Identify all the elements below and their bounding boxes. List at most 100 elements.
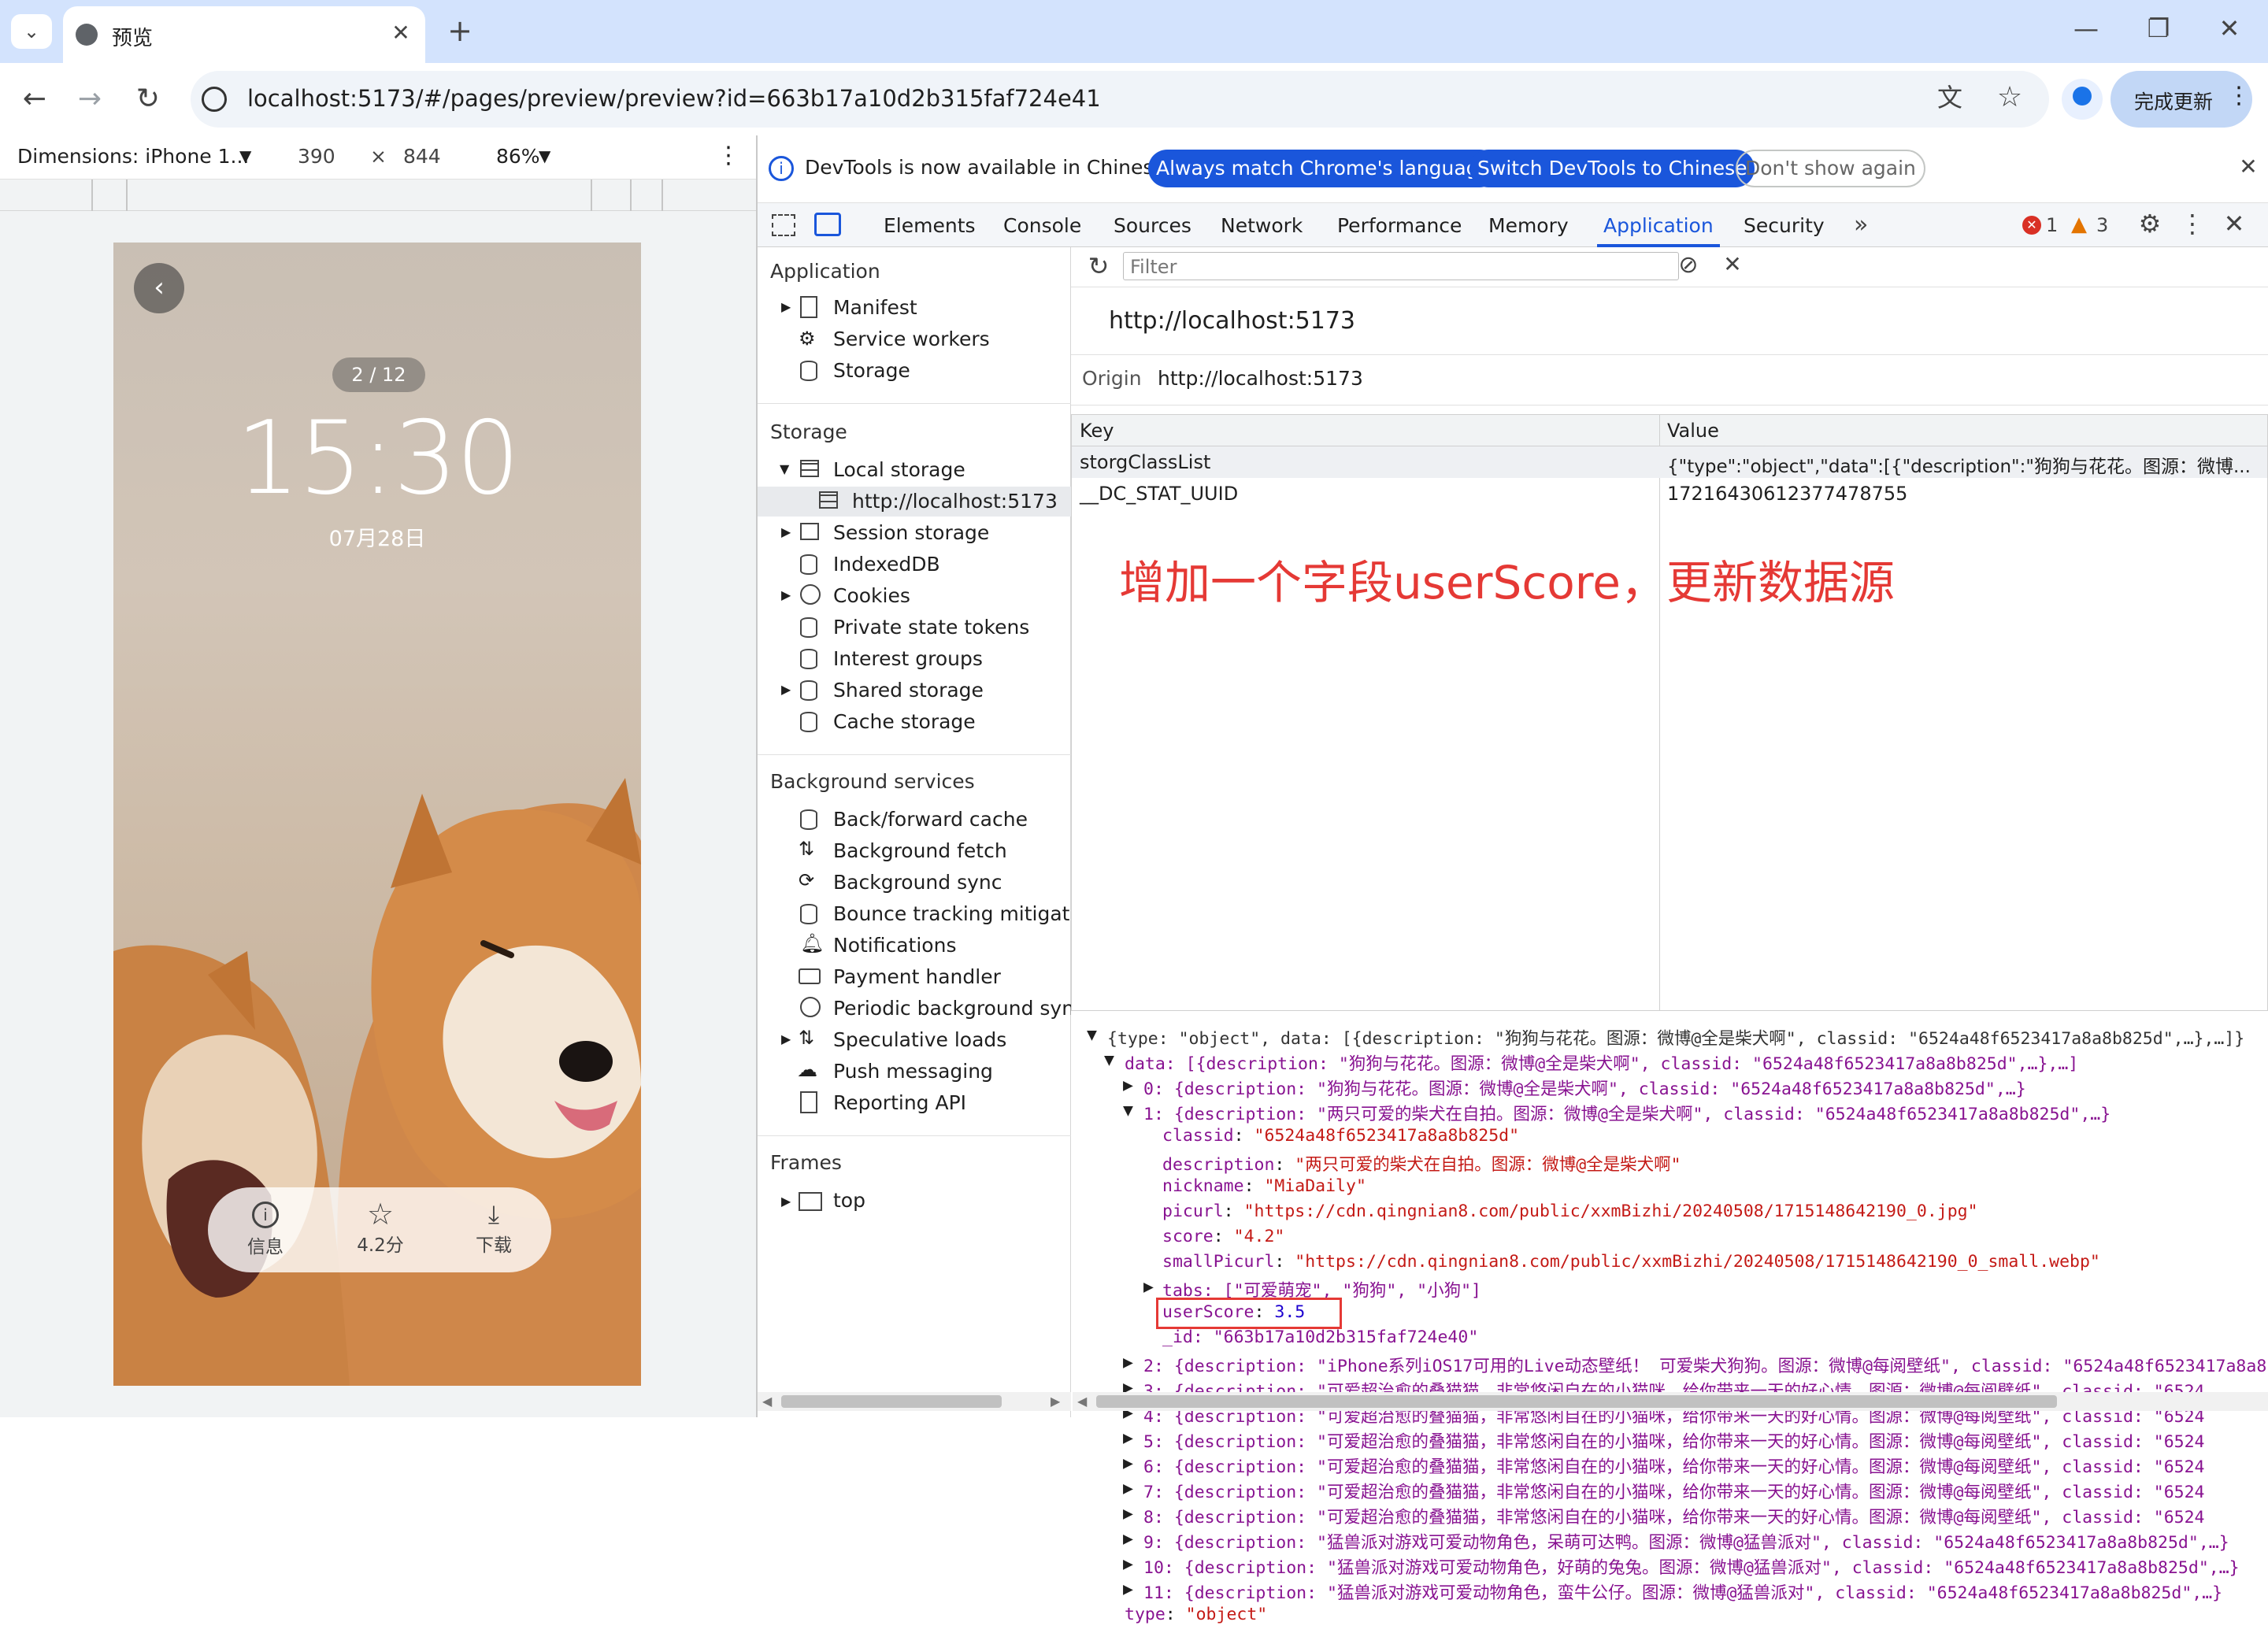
new-tab-icon[interactable]: + (444, 16, 476, 46)
back-button[interactable]: ‹ (134, 263, 184, 313)
sidebar-item-bounce-tracking[interactable]: Bounce tracking mitigation (833, 902, 1100, 925)
tree-root[interactable]: {type: "object", data: [{description: "狗… (1107, 1025, 2244, 1050)
sidebar-item-background-fetch[interactable]: Background fetch (833, 839, 1007, 862)
sidebar-item-interest-groups[interactable]: Interest groups (833, 647, 983, 670)
tree-item[interactable]: 6: {description: "可爱超治愈的叠猫猫，非常悠闲自在的小猫咪，给… (1143, 1453, 2205, 1478)
close-window-icon[interactable]: ✕ (2210, 16, 2249, 41)
forward-icon[interactable]: → (72, 85, 107, 113)
zoom-dropdown-icon[interactable]: ▼ (539, 146, 550, 165)
devtools-close-icon[interactable]: ✕ (2222, 211, 2246, 236)
sidebar-item-periodic-sync[interactable]: Periodic background sync (833, 997, 1085, 1020)
site-info-icon[interactable] (202, 87, 227, 112)
tree-item-1[interactable]: 1: {description: "两只可爱的柴犬在自拍。图源：微博@全是柴犬啊… (1143, 1101, 2110, 1125)
tab-application[interactable]: Application (1603, 214, 1714, 237)
tab-search-button[interactable]: ⌄ (11, 14, 52, 49)
expand-arrow-icon[interactable]: ▶ (781, 587, 791, 602)
tree-toggle-icon[interactable]: ▶ (1123, 1076, 1133, 1095)
browser-tab[interactable]: 预览 ✕ (63, 6, 425, 63)
column-key[interactable]: Key (1080, 420, 1114, 442)
url-text[interactable]: localhost:5173/#/pages/preview/preview?i… (247, 85, 1101, 112)
tree-toggle-icon[interactable]: ▶ (1123, 1479, 1133, 1498)
sidebar-item-push-messaging[interactable]: Push messaging (833, 1060, 993, 1083)
scrollbar-thumb[interactable] (1096, 1395, 2057, 1408)
scroll-right-icon[interactable]: ▶ (1051, 1394, 1060, 1409)
tree-item[interactable]: 7: {description: "可爱超治愈的叠猫猫，非常悠闲自在的小猫咪，给… (1143, 1479, 2205, 1503)
delete-selected-icon[interactable]: ✕ (1718, 254, 1747, 276)
expand-arrow-icon[interactable]: ▶ (781, 682, 791, 697)
tab-performance[interactable]: Performance (1337, 214, 1462, 237)
tree-toggle-icon[interactable]: ▶ (1123, 1554, 1133, 1574)
tree-data[interactable]: data: [{description: "狗狗与花花。图源：微博@全是柴犬啊"… (1125, 1050, 2078, 1075)
warning-icon[interactable]: ▲ (2071, 213, 2087, 236)
scroll-left-icon[interactable]: ◀ (1077, 1394, 1087, 1409)
refresh-icon[interactable]: ↻ (1085, 254, 1112, 279)
height-input[interactable]: 844 (403, 145, 441, 168)
sidebar-item-local-storage[interactable]: Local storage (833, 458, 965, 481)
sidebar-item-localhost[interactable]: http://localhost:5173 (852, 490, 1058, 513)
restore-icon[interactable]: ❐ (2139, 16, 2178, 41)
dimensions-dropdown-icon[interactable]: ▼ (239, 146, 251, 165)
tree-item[interactable]: 10: {description: "猛兽派对游戏可爱动物角色，好萌的兔兔。图源… (1143, 1554, 2240, 1579)
clear-all-icon[interactable]: ⊘ (1674, 254, 1703, 277)
tree-toggle-icon[interactable]: ▼ (1123, 1101, 1133, 1120)
match-language-button[interactable]: Always match Chrome's language (1148, 150, 1499, 187)
main-scrollbar[interactable]: ◀ (1073, 1392, 2268, 1411)
table-row[interactable]: __DC_STAT_UUID 17216430612377478755 (1072, 478, 2267, 509)
table-row[interactable]: storgClassList {"type":"object","data":[… (1072, 446, 2267, 478)
tree-toggle-icon[interactable]: ▶ (1123, 1504, 1133, 1524)
device-dimensions-select[interactable]: Dimensions: iPhone 1... (17, 145, 249, 168)
expand-arrow-icon[interactable]: ▶ (781, 299, 791, 314)
sidebar-item-manifest[interactable]: Manifest (833, 296, 917, 319)
info-button[interactable]: i 信息 (222, 1198, 309, 1265)
address-bar[interactable]: localhost:5173/#/pages/preview/preview?i… (191, 71, 2049, 128)
tab-network[interactable]: Network (1221, 214, 1303, 237)
sidebar-item-indexeddb[interactable]: IndexedDB (833, 553, 940, 576)
scroll-left-icon[interactable]: ◀ (762, 1394, 772, 1409)
tab-security[interactable]: Security (1744, 214, 1825, 237)
switch-chinese-button[interactable]: Switch DevTools to Chinese (1469, 150, 1755, 187)
tree-toggle-icon[interactable]: ▶ (1123, 1529, 1133, 1549)
expand-arrow-icon[interactable]: ▶ (781, 524, 791, 539)
collapse-arrow-icon[interactable]: ▼ (780, 461, 789, 476)
error-count[interactable]: 1 (2046, 214, 2058, 236)
download-button[interactable]: ⤓ 下载 (450, 1198, 537, 1265)
tab-sources[interactable]: Sources (1114, 214, 1191, 237)
sidebar-item-shared-storage[interactable]: Shared storage (833, 679, 984, 702)
device-toggle-icon[interactable] (814, 213, 841, 236)
settings-gear-icon[interactable]: ⚙ (2136, 211, 2164, 236)
tree-item[interactable]: 2: {description: "iPhone系列iOS17可用的Live动态… (1143, 1353, 2266, 1377)
sidebar-item-reporting-api[interactable]: Reporting API (833, 1091, 966, 1114)
devtools-menu-icon[interactable]: ⋮ (2180, 211, 2205, 236)
filter-input[interactable]: Filter (1123, 252, 1679, 280)
tab-elements[interactable]: Elements (884, 214, 976, 237)
sidebar-item-service-workers[interactable]: Service workers (833, 328, 990, 350)
scrollbar-thumb[interactable] (781, 1395, 1002, 1408)
sidebar-item-cache-storage[interactable]: Cache storage (833, 710, 976, 733)
sidebar-item-payment-handler[interactable]: Payment handler (833, 965, 1001, 988)
tree-item[interactable]: 8: {description: "可爱超治愈的叠猫猫，非常悠闲自在的小猫咪，给… (1143, 1504, 2205, 1528)
tree-item-0[interactable]: 0: {description: "狗狗与花花。图源：微博@全是柴犬啊", cl… (1143, 1076, 2026, 1100)
reload-icon[interactable]: ↻ (131, 85, 165, 113)
minimize-icon[interactable]: — (2066, 16, 2106, 41)
expand-arrow-icon[interactable]: ▶ (781, 1194, 791, 1209)
inspect-element-icon[interactable] (772, 214, 795, 236)
tree-toggle-icon[interactable]: ▼ (1104, 1050, 1114, 1070)
sidebar-item-storage[interactable]: Storage (833, 359, 910, 382)
tree-item[interactable]: 11: {description: "猛兽派对游戏可爱动物角色，蛮牛公仔。图源：… (1143, 1579, 2222, 1604)
column-value[interactable]: Value (1667, 420, 1719, 442)
zoom-select[interactable]: 86% (496, 145, 540, 168)
expand-arrow-icon[interactable]: ▶ (781, 1031, 791, 1046)
device-more-icon[interactable]: ⋮ (717, 142, 740, 169)
menu-kebab-icon[interactable]: ⋮ (2227, 82, 2251, 109)
back-icon[interactable]: ← (17, 85, 52, 113)
tree-toggle-icon[interactable]: ▶ (1123, 1428, 1133, 1448)
rate-button[interactable]: ☆ 4.2分 (337, 1198, 424, 1265)
close-tab-icon[interactable]: ✕ (389, 22, 413, 44)
sidebar-item-cookies[interactable]: Cookies (833, 584, 910, 607)
tree-item[interactable]: 9: {description: "猛兽派对游戏可爱动物角色，呆萌可达鸭。图源：… (1143, 1529, 2229, 1553)
tree-toggle-icon[interactable]: ▶ (1143, 1277, 1154, 1297)
sidebar-item-private-state-tokens[interactable]: Private state tokens (833, 616, 1029, 639)
update-button[interactable]: 完成更新 ⋮ (2110, 71, 2252, 128)
bookmark-star-icon[interactable]: ☆ (1994, 83, 2025, 112)
tree-toggle-icon[interactable]: ▼ (1087, 1025, 1097, 1045)
